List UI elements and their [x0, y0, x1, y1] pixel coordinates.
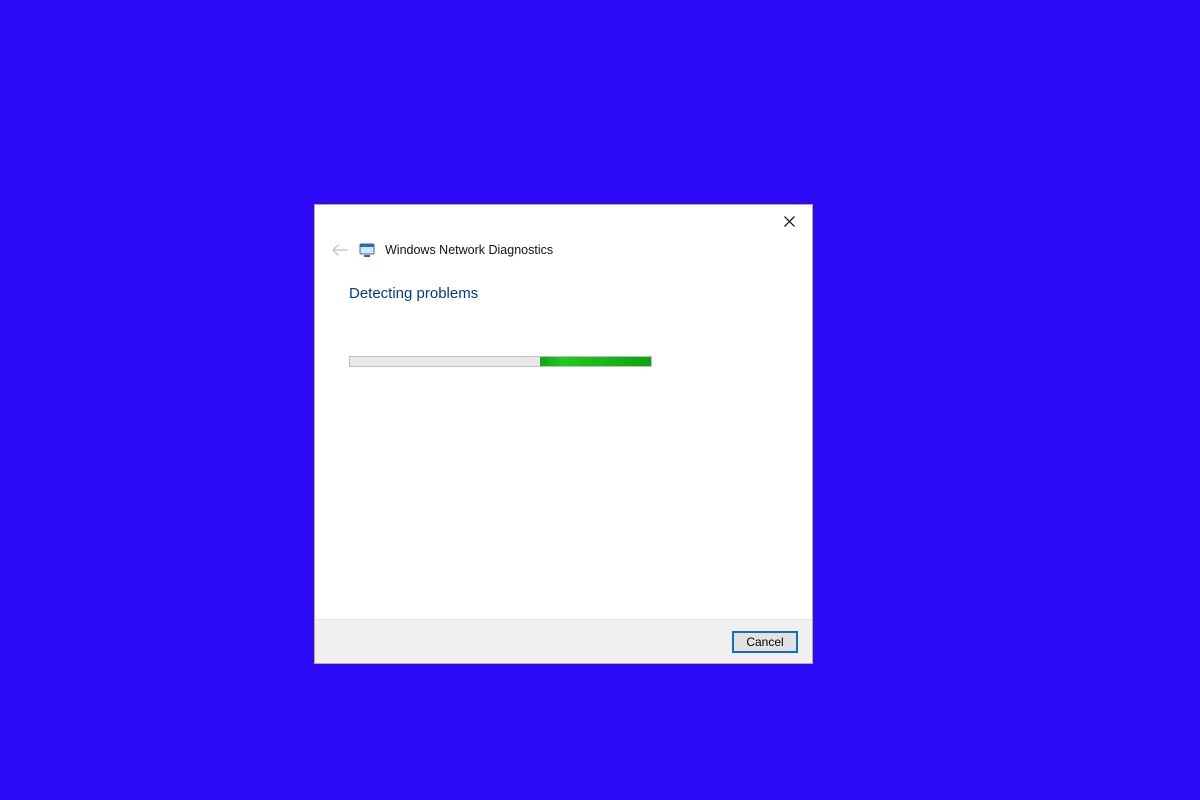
dialog-header: Windows Network Diagnostics — [315, 237, 812, 269]
dialog-footer: Cancel — [315, 619, 812, 663]
close-button[interactable] — [772, 209, 806, 233]
titlebar — [315, 205, 812, 237]
cancel-button[interactable]: Cancel — [732, 631, 798, 653]
progress-fill — [540, 357, 652, 366]
dialog-subtitle: Detecting problems — [349, 285, 778, 302]
dialog-content: Detecting problems — [315, 269, 812, 619]
progress-bar — [349, 356, 652, 367]
dialog-title: Windows Network Diagnostics — [385, 243, 553, 257]
back-arrow-icon — [332, 244, 348, 256]
back-button — [331, 241, 349, 259]
diagnostics-dialog: Windows Network Diagnostics Detecting pr… — [314, 204, 813, 664]
close-icon — [784, 216, 795, 227]
diagnostics-icon — [359, 242, 375, 258]
